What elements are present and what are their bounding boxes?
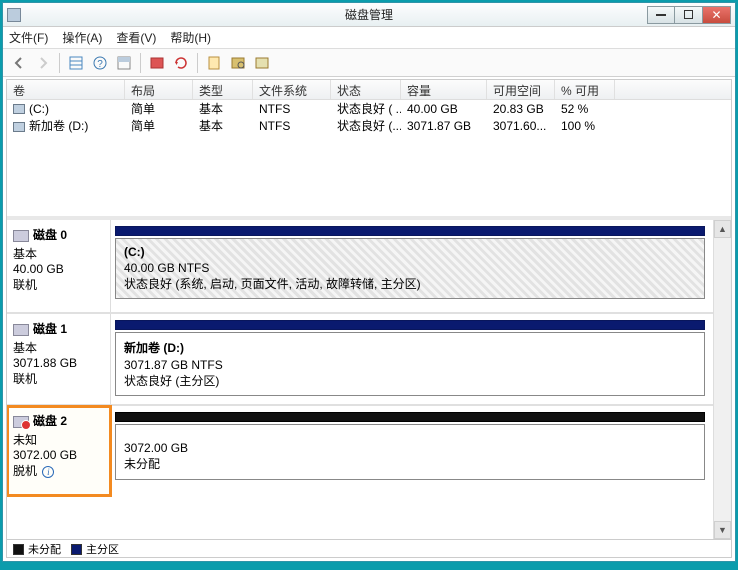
col-free[interactable]: 可用空间	[487, 80, 555, 99]
partition-box[interactable]: (C:) 40.00 GB NTFS状态良好 (系统, 启动, 页面文件, 活动,…	[115, 238, 705, 299]
menu-view[interactable]: 查看(V)	[116, 29, 156, 46]
disk-row[interactable]: 磁盘 0基本40.00 GB联机 (C:) 40.00 GB NTFS状态良好 (…	[7, 220, 713, 312]
menu-help[interactable]: 帮助(H)	[170, 29, 211, 46]
disk-size: 3072.00 GB	[13, 448, 104, 462]
volume-list-header: 卷 布局 类型 文件系统 状态 容量 可用空间 % 可用	[7, 80, 731, 100]
menu-file[interactable]: 文件(F)	[9, 29, 48, 46]
vertical-scrollbar[interactable]: ▲ ▼	[713, 220, 731, 539]
info-icon[interactable]: i	[42, 466, 54, 478]
col-volume[interactable]: 卷	[7, 80, 125, 99]
disk-info[interactable]: 磁盘 0基本40.00 GB联机	[7, 220, 111, 312]
toolbar: ?	[3, 49, 735, 77]
partition-status: 未分配	[124, 455, 696, 472]
disk-state: 联机	[13, 370, 104, 387]
scroll-up-button[interactable]: ▲	[714, 220, 731, 238]
maximize-button[interactable]	[675, 6, 703, 24]
partition-size: 3072.00 GB	[124, 441, 696, 455]
col-percent[interactable]: % 可用	[555, 80, 615, 99]
disk-info[interactable]: 磁盘 2未知3072.00 GB脱机 i	[7, 406, 111, 496]
disk-row[interactable]: 磁盘 1基本3071.88 GB联机 新加卷 (D:) 3071.87 GB NT…	[7, 312, 713, 404]
partition-title: (C:)	[124, 245, 696, 259]
help-button[interactable]: ?	[90, 53, 110, 73]
volume-row[interactable]: (C:)简单基本NTFS状态良好 ( ...40.00 GB20.83 GB52…	[7, 100, 731, 117]
nav-back-button[interactable]	[9, 53, 29, 73]
disk-graphical-view: 磁盘 0基本40.00 GB联机 (C:)40.00 GB NTFS状态良好 (…	[7, 220, 731, 539]
disk-state: 联机	[13, 276, 104, 293]
titlebar[interactable]: 磁盘管理 ✕	[3, 3, 735, 27]
partition-status: 状态良好 (主分区)	[124, 372, 696, 389]
partition-box[interactable]: 3072.00 GB未分配	[115, 424, 705, 480]
partition-box[interactable]: 新加卷 (D:) 3071.87 GB NTFS状态良好 (主分区)	[115, 332, 705, 396]
content-area: 卷 布局 类型 文件系统 状态 容量 可用空间 % 可用 (C:)简单基本NTF…	[6, 79, 732, 558]
disk-icon	[13, 324, 29, 336]
volume-list[interactable]: 卷 布局 类型 文件系统 状态 容量 可用空间 % 可用 (C:)简单基本NTF…	[7, 80, 731, 220]
disk-management-window: 磁盘管理 ✕ 文件(F) 操作(A) 查看(V) 帮助(H) ? 卷 布局	[2, 2, 736, 562]
properties-button[interactable]	[204, 53, 224, 73]
volume-icon	[13, 104, 25, 114]
disk-icon	[13, 230, 29, 242]
disk-type: 基本	[13, 245, 104, 262]
partition-size: 40.00 GB NTFS	[124, 261, 696, 275]
legend: 未分配 主分区	[7, 539, 731, 557]
volume-row[interactable]: 新加卷 (D:)简单基本NTFS状态良好 (...3071.87 GB3071.…	[7, 117, 731, 134]
disk-type: 未知	[13, 431, 104, 448]
legend-primary: 主分区	[71, 541, 119, 557]
scroll-track[interactable]	[714, 238, 731, 521]
app-icon	[7, 8, 21, 22]
disk-size: 3071.88 GB	[13, 356, 104, 370]
menu-action[interactable]: 操作(A)	[62, 29, 102, 46]
disk-row[interactable]: 磁盘 2未知3072.00 GB脱机 i3072.00 GB未分配	[7, 404, 713, 496]
view-top-button[interactable]	[114, 53, 134, 73]
col-filesystem[interactable]: 文件系统	[253, 80, 331, 99]
settings-button[interactable]	[252, 53, 272, 73]
nav-forward-button[interactable]	[33, 53, 53, 73]
partition-header-bar	[115, 320, 705, 330]
partition-status: 状态良好 (系统, 启动, 页面文件, 活动, 故障转储, 主分区)	[124, 275, 696, 292]
partition-header-bar	[115, 226, 705, 236]
scroll-down-button[interactable]: ▼	[714, 521, 731, 539]
disk-partitions: 3072.00 GB未分配	[111, 406, 713, 496]
action-button[interactable]	[228, 53, 248, 73]
col-status[interactable]: 状态	[331, 80, 401, 99]
window-title: 磁盘管理	[345, 6, 393, 23]
disk-icon	[13, 416, 29, 428]
view-details-button[interactable]	[66, 53, 86, 73]
minimize-button[interactable]	[647, 6, 675, 24]
volume-icon	[13, 122, 25, 132]
legend-unallocated: 未分配	[13, 541, 61, 557]
disk-partitions: (C:) 40.00 GB NTFS状态良好 (系统, 启动, 页面文件, 活动,…	[111, 220, 713, 312]
partition-title: 新加卷 (D:)	[124, 339, 696, 356]
disk-info[interactable]: 磁盘 1基本3071.88 GB联机	[7, 314, 111, 404]
col-capacity[interactable]: 容量	[401, 80, 487, 99]
svg-text:?: ?	[97, 59, 103, 70]
refresh-button[interactable]	[147, 53, 167, 73]
disk-state: 脱机 i	[13, 462, 104, 479]
close-button[interactable]: ✕	[703, 6, 731, 24]
menubar: 文件(F) 操作(A) 查看(V) 帮助(H)	[3, 27, 735, 49]
disk-rows: 磁盘 0基本40.00 GB联机 (C:)40.00 GB NTFS状态良好 (…	[7, 220, 713, 539]
partition-header-bar	[115, 412, 705, 422]
disk-size: 40.00 GB	[13, 262, 104, 276]
disk-type: 基本	[13, 339, 104, 356]
col-layout[interactable]: 布局	[125, 80, 193, 99]
col-type[interactable]: 类型	[193, 80, 253, 99]
partition-size: 3071.87 GB NTFS	[124, 358, 696, 372]
rescan-button[interactable]	[171, 53, 191, 73]
window-buttons: ✕	[647, 6, 731, 24]
disk-partitions: 新加卷 (D:) 3071.87 GB NTFS状态良好 (主分区)	[111, 314, 713, 404]
